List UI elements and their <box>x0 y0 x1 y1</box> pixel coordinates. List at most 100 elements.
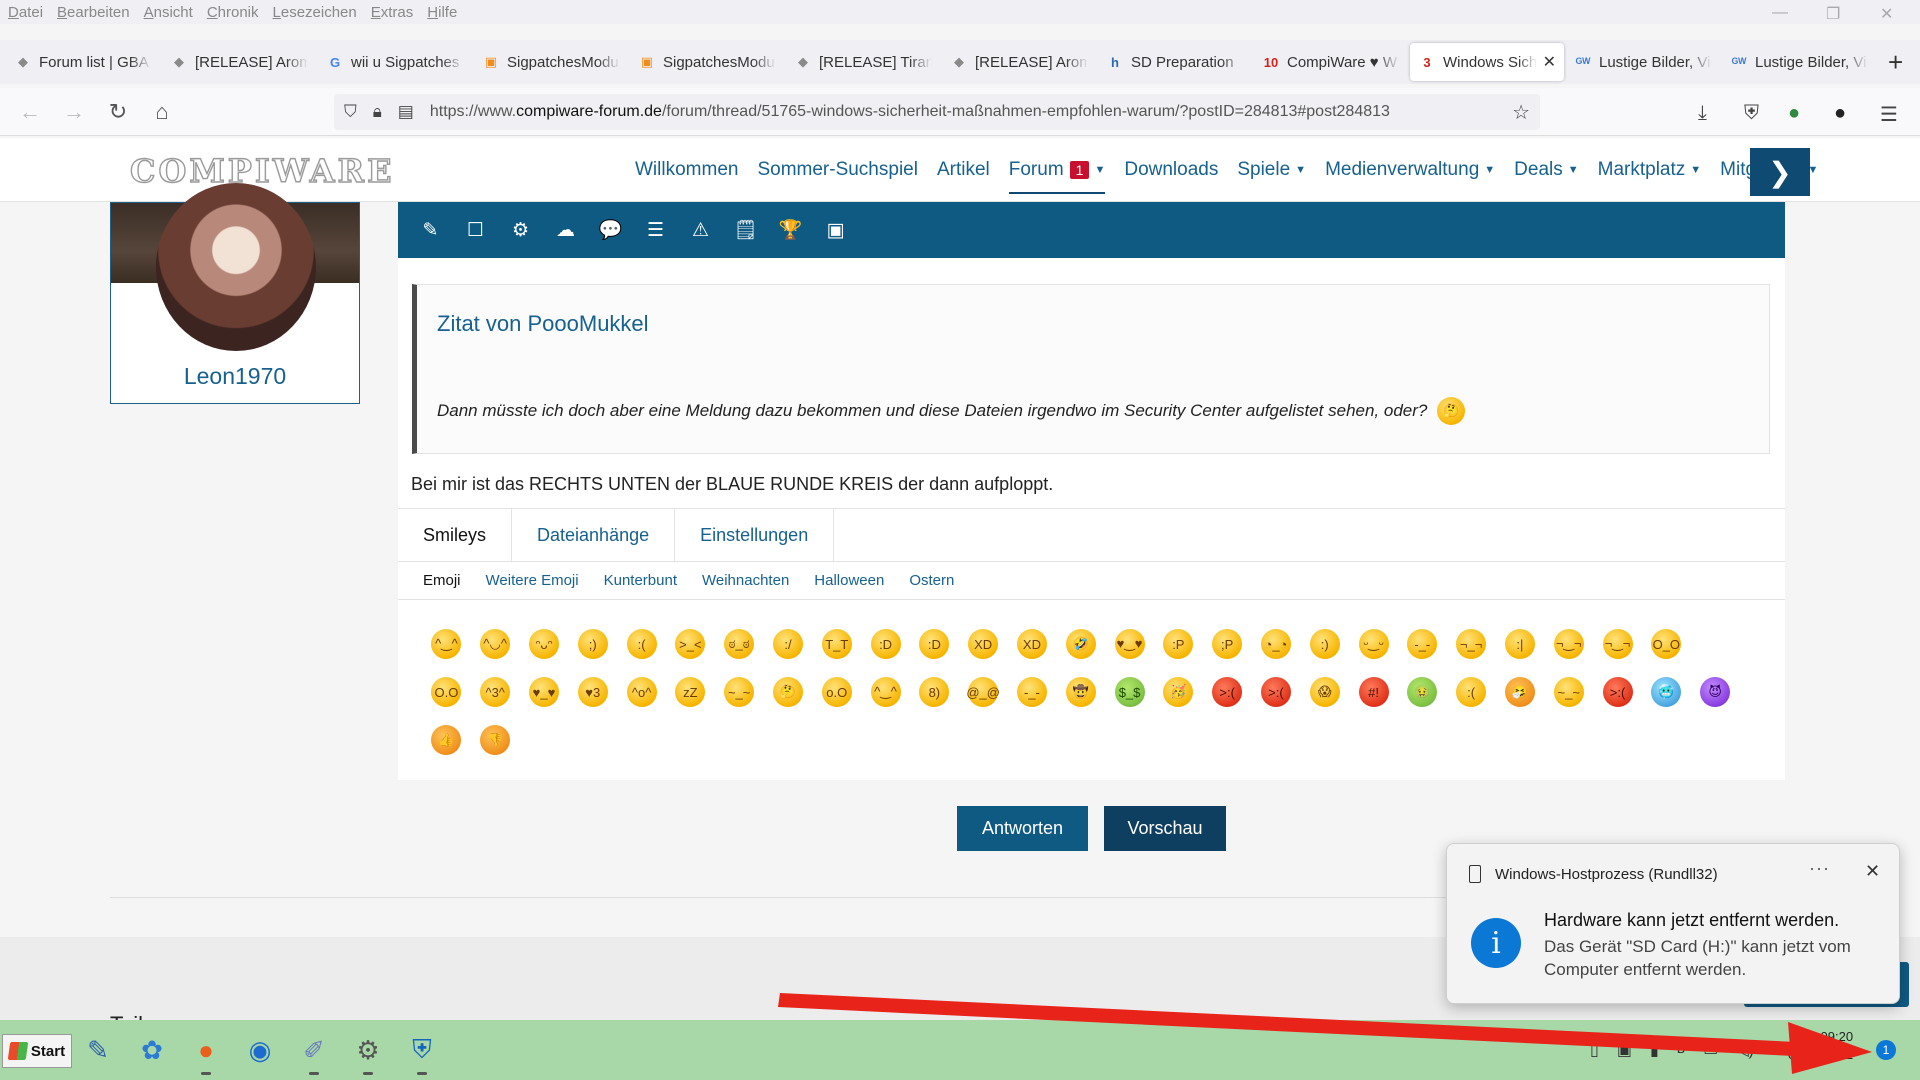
notification-toast[interactable]: Windows-Hostprozess (Rundll32) ··· ✕ i H… <box>1446 843 1900 1004</box>
reply-text[interactable]: Bei mir ist das RECHTS UNTEN der BLAUE R… <box>411 474 1053 495</box>
tab-smileys[interactable]: Smileys <box>398 509 513 561</box>
emoji-button[interactable]: #! <box>1349 668 1398 716</box>
emoji-button[interactable]: :/ <box>764 620 813 668</box>
browser-tab[interactable]: Gwii u Sigpatches <box>318 43 472 81</box>
smiley-category-emoji[interactable]: Emoji <box>423 572 461 589</box>
emoji-button[interactable]: :( <box>617 620 666 668</box>
settings-gear-icon[interactable]: ⚙ <box>350 1032 386 1068</box>
menu-item-datei[interactable]: Datei <box>8 4 43 21</box>
restore-button[interactable]: ❐ <box>1826 4 1840 24</box>
close-tab-icon[interactable]: ✕ <box>1543 52 1556 72</box>
nav-deals[interactable]: Deals ▼ <box>1514 138 1578 202</box>
reload-icon[interactable]: ↻ <box>96 99 140 125</box>
emoji-button[interactable]: ^‿^ <box>861 668 910 716</box>
nav-sommer-suchspiel[interactable]: Sommer-Suchspiel <box>757 138 918 202</box>
emoji-button[interactable]: $_$ <box>1105 668 1154 716</box>
emoji-button[interactable]: ;) <box>568 620 617 668</box>
menu-item-ansicht[interactable]: Ansicht <box>144 4 193 21</box>
emoji-button[interactable]: :D <box>861 620 910 668</box>
home-icon[interactable]: ⌂ <box>140 99 184 125</box>
emoji-button[interactable]: 🤣 <box>1056 620 1105 668</box>
start-button[interactable]: Start <box>2 1034 72 1068</box>
emoji-button[interactable]: zZ <box>666 668 715 716</box>
nav-scroll-right-button[interactable]: ❯ <box>1750 148 1810 196</box>
ublock-icon[interactable]: ⛨ <box>1744 102 1759 125</box>
avatar[interactable] <box>156 183 316 351</box>
pencil-icon[interactable]: ✎ <box>408 219 453 242</box>
smiley-category-weihnachten[interactable]: Weihnachten <box>702 572 789 589</box>
app-menu-icon[interactable]: ☰ <box>1880 102 1898 127</box>
emoji-button[interactable]: 😱 <box>1300 668 1349 716</box>
app-tray-icon[interactable]: ▣ <box>1617 1040 1632 1060</box>
emoji-button[interactable]: 🥶 <box>1642 668 1691 716</box>
menu-item-lesezeichen[interactable]: Lesezeichen <box>273 4 357 21</box>
forward-icon[interactable]: → <box>52 99 96 125</box>
bookmark-star-icon[interactable]: ☆ <box>1512 100 1530 125</box>
author-name[interactable]: Leon1970 <box>111 363 359 390</box>
emoji-button[interactable]: 🤔 <box>764 668 813 716</box>
emoji-button[interactable]: :| <box>1496 620 1545 668</box>
reader-view-icon[interactable]: ▤ <box>398 102 414 122</box>
thunderbird-icon[interactable]: ◉ <box>242 1032 278 1068</box>
nav-marktplatz[interactable]: Marktplatz ▼ <box>1598 138 1702 202</box>
security-shield-icon[interactable]: ⛨ <box>404 1032 440 1068</box>
browser-tab[interactable]: ▣ SigpatchesModules <box>630 43 784 81</box>
emoji-button[interactable]: ♥3 <box>568 668 617 716</box>
nav-willkommen[interactable]: Willkommen <box>635 138 738 202</box>
network-icon[interactable]: ✿ <box>134 1032 170 1068</box>
network-tray-icon[interactable]: ▭ <box>1703 1040 1718 1060</box>
emoji-button[interactable]: >:( <box>1203 668 1252 716</box>
emoji-button[interactable]: -_- <box>1398 620 1447 668</box>
tab-einstellungen[interactable]: Einstellungen <box>675 509 835 561</box>
url-bar[interactable]: ⛉ 🔒︎ ▤ https://www.compiware-forum.de/fo… <box>334 94 1540 130</box>
taskbar-clock[interactable]: 09:20 07.09.2022 <box>1788 1028 1853 1064</box>
smiley-category-weitere-emoji[interactable]: Weitere Emoji <box>486 572 579 589</box>
lock-icon[interactable]: 🔒︎ <box>373 102 382 122</box>
emoji-button[interactable]: ᵕ‿ᵕ <box>1349 620 1398 668</box>
quote-block[interactable]: Zitat von PoooMukkel Dann müsste ich doc… <box>412 284 1770 454</box>
emoji-button[interactable]: :( <box>1447 668 1496 716</box>
emoji-button[interactable]: 🤧 <box>1496 668 1545 716</box>
browser-tab[interactable]: ▣ SigpatchesModules <box>474 43 628 81</box>
paint-icon[interactable]: ✐ <box>296 1032 332 1068</box>
notification-center-badge[interactable]: 1 <box>1876 1040 1896 1060</box>
browser-tab[interactable]: ◆ Forum list | GBA <box>6 43 160 81</box>
bluetooth-tray-icon[interactable]: ʙ <box>1677 1040 1686 1060</box>
extension-globe-icon[interactable]: ● <box>1788 102 1800 125</box>
emoji-button[interactable]: ^o^ <box>617 668 666 716</box>
download-icon[interactable]: ⤓ <box>1698 102 1707 125</box>
emoji-button[interactable]: O_O <box>1642 620 1691 668</box>
emoji-button[interactable]: :) <box>1300 620 1349 668</box>
back-icon[interactable]: ← <box>8 99 52 125</box>
emoji-button[interactable]: ᵔᴗᵔ <box>520 620 569 668</box>
emoji-button[interactable]: >_< <box>666 620 715 668</box>
emoji-button[interactable]: T_T <box>812 620 861 668</box>
emoji-button[interactable]: 👎 <box>471 716 520 764</box>
emoji-button[interactable]: ಠ_ಠ <box>715 620 764 668</box>
emoji-button[interactable]: O.O <box>422 668 471 716</box>
close-window-button[interactable]: ✕ <box>1880 4 1893 24</box>
notepad-icon[interactable]: ✎ <box>80 1032 116 1068</box>
smiley-category-halloween[interactable]: Halloween <box>814 572 884 589</box>
site-logo[interactable]: COMPIWARE <box>129 151 395 190</box>
toast-close-button[interactable]: ✕ <box>1865 861 1880 882</box>
emoji-button[interactable]: ♥_♥ <box>520 668 569 716</box>
browser-tab[interactable]: ◆ [RELEASE] Aroma <box>942 43 1096 81</box>
trophy-icon[interactable]: 🏆 <box>768 218 813 242</box>
tab-dateianhänge[interactable]: Dateianhänge <box>512 509 676 561</box>
browser-tab[interactable]: h SD Preparation <box>1098 43 1252 81</box>
emoji-button[interactable]: ◔_◔ <box>1252 620 1301 668</box>
emoji-button[interactable]: -_- <box>1008 668 1057 716</box>
media-icon[interactable]: ▣ <box>813 219 858 242</box>
emoji-button[interactable]: 🥳 <box>1154 668 1203 716</box>
browser-tab[interactable]: ᴳᵂ Lustige Bilder, Videos <box>1566 43 1720 81</box>
nav-artikel[interactable]: Artikel <box>937 138 990 202</box>
emoji-button[interactable]: o.O <box>812 668 861 716</box>
emoji-button[interactable]: 👍 <box>422 716 471 764</box>
emoji-button[interactable]: :P <box>1154 620 1203 668</box>
browser-tab[interactable]: ◆ [RELEASE] Aroma <box>162 43 316 81</box>
emoji-button[interactable]: @_@ <box>959 668 1008 716</box>
emoji-button[interactable]: ~_~ <box>1544 668 1593 716</box>
emoji-button[interactable]: >:( <box>1252 668 1301 716</box>
tracking-shield-icon[interactable]: ⛉ <box>344 102 357 122</box>
